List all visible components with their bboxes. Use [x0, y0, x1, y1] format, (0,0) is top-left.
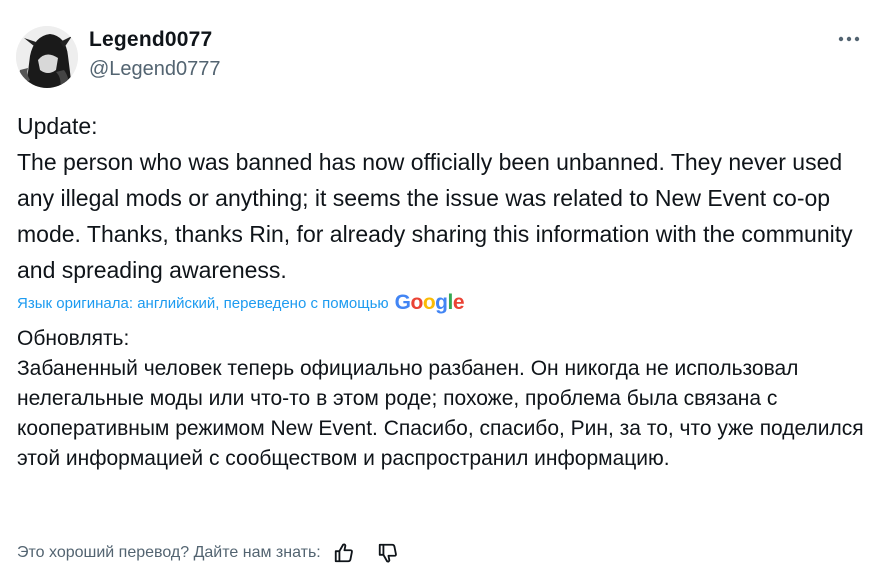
anime-character-avatar: [16, 26, 78, 88]
author-handle[interactable]: @Legend0777: [89, 58, 221, 81]
feedback-prompt: Это хороший перевод? Дайте нам знать:: [17, 544, 321, 561]
google-logo-letter: o: [410, 291, 424, 314]
tweet-translated-text: Обновлять: Забаненный человек теперь офи…: [17, 327, 864, 470]
tweet-original-text: Update: The person who was banned has no…: [17, 113, 853, 283]
google-logo: Google: [394, 291, 465, 315]
google-logo-letter: g: [435, 291, 448, 314]
google-logo-letter: o: [422, 291, 436, 314]
google-logo-letter: G: [394, 291, 411, 314]
more-options-button[interactable]: [832, 24, 866, 54]
more-horizontal-icon: [838, 36, 860, 42]
translation-source-label: Язык оригинала: английский, переведено с…: [17, 294, 389, 312]
thumbs-down-icon: [378, 543, 397, 563]
google-logo-letter: e: [452, 291, 465, 314]
thumbs-down-button[interactable]: [375, 540, 401, 566]
thumbs-up-button[interactable]: [331, 540, 357, 566]
translation-feedback: Это хороший перевод? Дайте нам знать:: [17, 540, 401, 566]
author-display-name[interactable]: Legend0077: [89, 28, 212, 52]
thumbs-up-icon: [334, 543, 353, 563]
translation-attribution[interactable]: Язык оригинала: английский, переведено с…: [17, 291, 465, 315]
avatar[interactable]: [16, 26, 78, 88]
